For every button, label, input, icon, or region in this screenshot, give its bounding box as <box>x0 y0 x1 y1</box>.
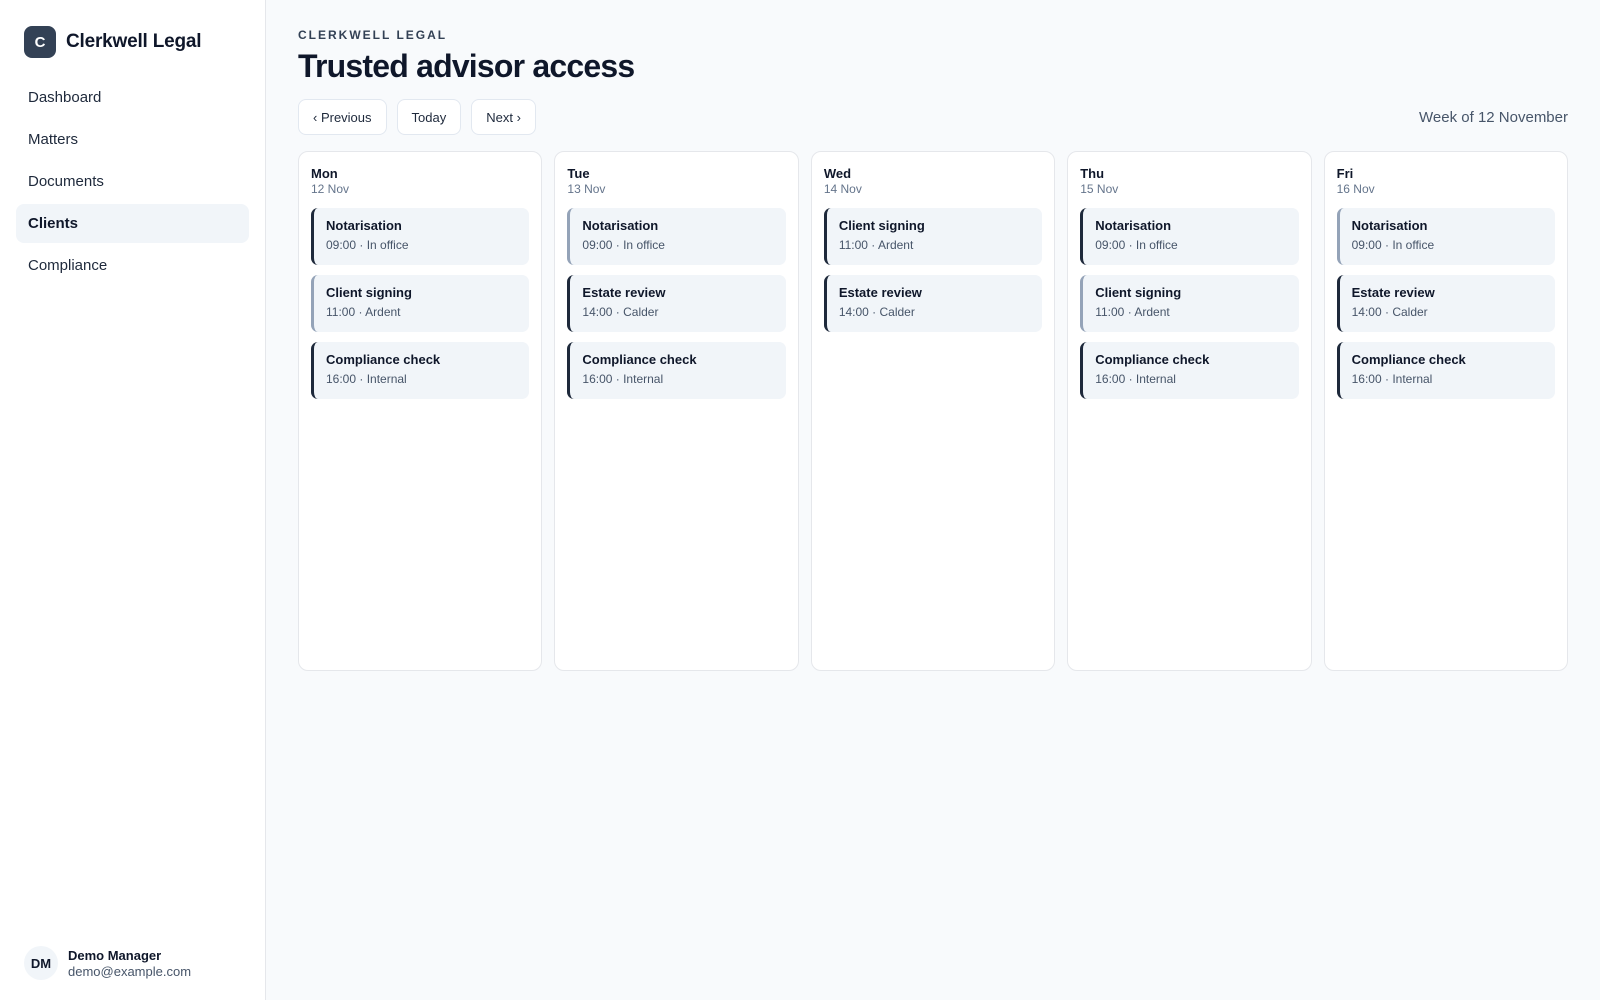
calendar-toolbar: ‹ Previous Today Next › Week of 12 Novem… <box>298 99 1568 135</box>
day-name: Thu <box>1080 166 1105 181</box>
event-meta: 11:00 · Ardent <box>1095 305 1170 319</box>
event-title: Client signing <box>326 285 412 300</box>
event-card[interactable]: Estate review 14:00 · Calder <box>823 275 1043 332</box>
event-meta: 14:00 · Calder <box>582 305 659 319</box>
day-column-tue: Tue 13 Nov Notarisation 09:00 · In offic… <box>554 151 799 671</box>
event-meta: 09:00 · In office <box>326 238 409 252</box>
event-card[interactable]: Client signing 11:00 · Ardent <box>1080 275 1299 332</box>
event-title: Notarisation <box>1351 218 1428 233</box>
app-shell: C Clerkwell Legal Dashboard Matters Docu… <box>0 0 1600 1000</box>
event-card[interactable]: Notarisation 09:00 · In office <box>567 208 786 265</box>
day-date: 13 Nov <box>567 182 606 196</box>
brand-name: Clerkwell Legal <box>66 31 202 52</box>
event-meta: 11:00 · Ardent <box>326 305 401 319</box>
event-title: Notarisation <box>326 218 402 233</box>
event-title: Estate review <box>838 285 922 300</box>
main-content: CLERKWELL LEGAL Trusted advisor access ‹… <box>266 0 1600 1000</box>
day-name: Fri <box>1336 166 1354 181</box>
event-card[interactable]: Compliance check 16:00 · Internal <box>311 342 530 399</box>
event-meta: 16:00 · Internal <box>582 372 664 386</box>
sidebar-item-clients[interactable]: Clients <box>16 204 249 243</box>
day-column-fri: Fri 16 Nov Notarisation 09:00 · In offic… <box>1323 151 1569 671</box>
sidebar-item-documents[interactable]: Documents <box>16 162 249 201</box>
event-meta: 14:00 · Calder <box>1351 305 1428 319</box>
week-grid: Mon 12 Nov Notarisation 09:00 · In offic… <box>298 151 1569 671</box>
sidebar-item-matters[interactable]: Matters <box>16 120 249 159</box>
user-email: demo@example.com <box>68 963 192 979</box>
day-date: 14 Nov <box>823 182 862 196</box>
page-title: Trusted advisor access <box>298 48 635 84</box>
day-column-wed: Wed 14 Nov Client signing 11:00 · Ardent… <box>810 151 1056 671</box>
week-label: Week of 12 November <box>1419 108 1568 126</box>
event-card[interactable]: Client signing 11:00 · Ardent <box>823 208 1043 265</box>
event-meta: 09:00 · In office <box>582 238 665 252</box>
event-meta: 11:00 · Ardent <box>838 238 914 252</box>
event-title: Estate review <box>582 285 666 300</box>
event-title: Compliance check <box>1095 352 1210 367</box>
brand-logo-icon: C <box>24 26 56 58</box>
sidebar: C Clerkwell Legal Dashboard Matters Docu… <box>0 0 266 1000</box>
sidebar-item-dashboard[interactable]: Dashboard <box>16 78 249 117</box>
event-title: Estate review <box>1351 285 1435 300</box>
event-title: Client signing <box>1095 285 1182 300</box>
event-card[interactable]: Compliance check 16:00 · Internal <box>567 342 786 399</box>
day-column-mon: Mon 12 Nov Notarisation 09:00 · In offic… <box>298 151 543 671</box>
event-title: Notarisation <box>1095 218 1172 233</box>
user-name: Demo Manager <box>68 947 162 963</box>
event-meta: 14:00 · Calder <box>838 305 915 319</box>
event-card[interactable]: Client signing 11:00 · Ardent <box>311 275 530 332</box>
day-name: Mon <box>311 166 338 181</box>
day-date: 16 Nov <box>1336 182 1375 196</box>
event-title: Notarisation <box>582 218 659 233</box>
event-card[interactable]: Notarisation 09:00 · In office <box>1336 208 1556 265</box>
sidebar-nav: Dashboard Matters Documents Clients Comp… <box>16 78 249 285</box>
user-profile[interactable]: DM Demo Manager demo@example.com <box>16 946 249 980</box>
event-title: Client signing <box>838 218 925 233</box>
event-card[interactable]: Compliance check 16:00 · Internal <box>1080 342 1299 399</box>
sidebar-item-compliance[interactable]: Compliance <box>16 246 249 285</box>
previous-week-button[interactable]: ‹ Previous <box>298 99 387 135</box>
day-name: Tue <box>567 166 590 181</box>
event-meta: 16:00 · Internal <box>1095 372 1176 386</box>
event-card[interactable]: Compliance check 16:00 · Internal <box>1336 342 1556 399</box>
event-card[interactable]: Estate review 14:00 · Calder <box>1336 275 1556 332</box>
event-meta: 16:00 · Internal <box>326 372 407 386</box>
event-title: Compliance check <box>326 352 441 367</box>
day-column-thu: Thu 15 Nov Notarisation 09:00 · In offic… <box>1067 151 1312 671</box>
event-card[interactable]: Notarisation 09:00 · In office <box>311 208 530 265</box>
event-card[interactable]: Notarisation 09:00 · In office <box>1080 208 1299 265</box>
day-date: 15 Nov <box>1080 182 1119 196</box>
event-meta: 16:00 · Internal <box>1351 372 1433 386</box>
avatar: DM <box>24 946 58 980</box>
day-date: 12 Nov <box>311 182 350 196</box>
event-card[interactable]: Estate review 14:00 · Calder <box>567 275 786 332</box>
user-info: Demo Manager demo@example.com <box>68 948 191 979</box>
event-meta: 09:00 · In office <box>1095 238 1178 252</box>
event-meta: 09:00 · In office <box>1351 238 1435 252</box>
event-title: Compliance check <box>1351 352 1466 367</box>
page-eyebrow: CLERKWELL LEGAL <box>298 28 448 42</box>
next-week-button[interactable]: Next › <box>471 99 536 135</box>
day-name: Wed <box>823 166 852 181</box>
event-title: Compliance check <box>582 352 697 367</box>
today-button[interactable]: Today <box>396 99 462 135</box>
brand[interactable]: C Clerkwell Legal <box>16 26 249 58</box>
